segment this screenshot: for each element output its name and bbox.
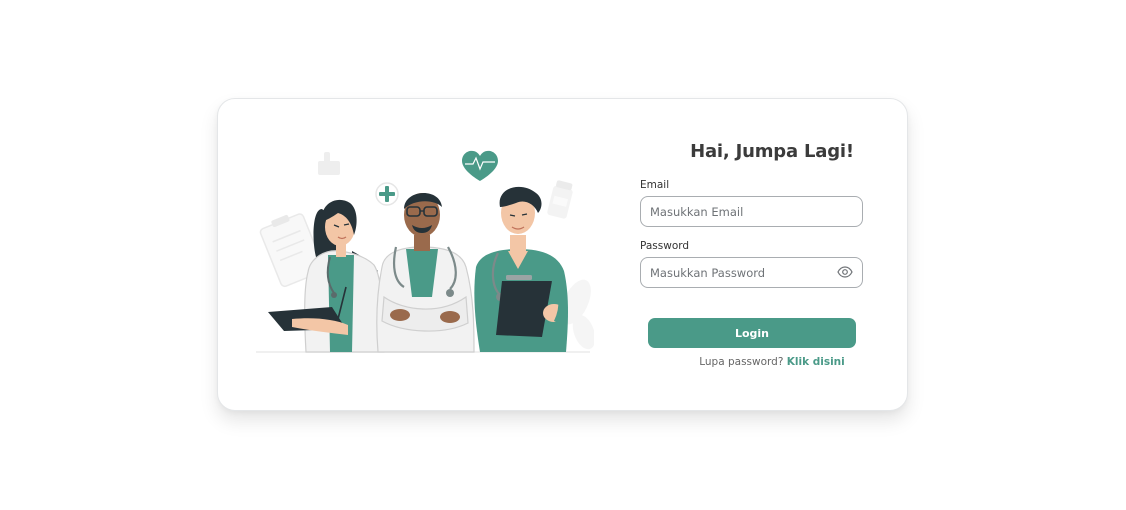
password-label: Password <box>640 240 690 252</box>
forgot-password-link[interactable]: Klik disini <box>787 356 845 368</box>
heart-icon <box>462 150 498 181</box>
show-password-eye-icon[interactable] <box>837 265 853 279</box>
password-input[interactable] <box>640 257 863 288</box>
medical-team-illustration <box>256 150 594 353</box>
email-input[interactable] <box>640 196 863 227</box>
login-button[interactable]: Login <box>648 318 856 348</box>
forgot-password-text: Lupa password? <box>699 356 784 368</box>
medicine-bottle-icon <box>547 180 573 219</box>
thumbs-up-icon <box>318 152 340 175</box>
male-doctor-center-figure <box>376 192 475 353</box>
plus-icon <box>375 182 399 206</box>
page-title: Hai, Jumpa Lagi! <box>690 141 854 162</box>
login-card: Hai, Jumpa Lagi! Email Password Login Lu… <box>217 98 908 411</box>
email-label: Email <box>640 179 670 191</box>
forgot-password-row: Lupa password? Klik disini <box>638 356 906 368</box>
